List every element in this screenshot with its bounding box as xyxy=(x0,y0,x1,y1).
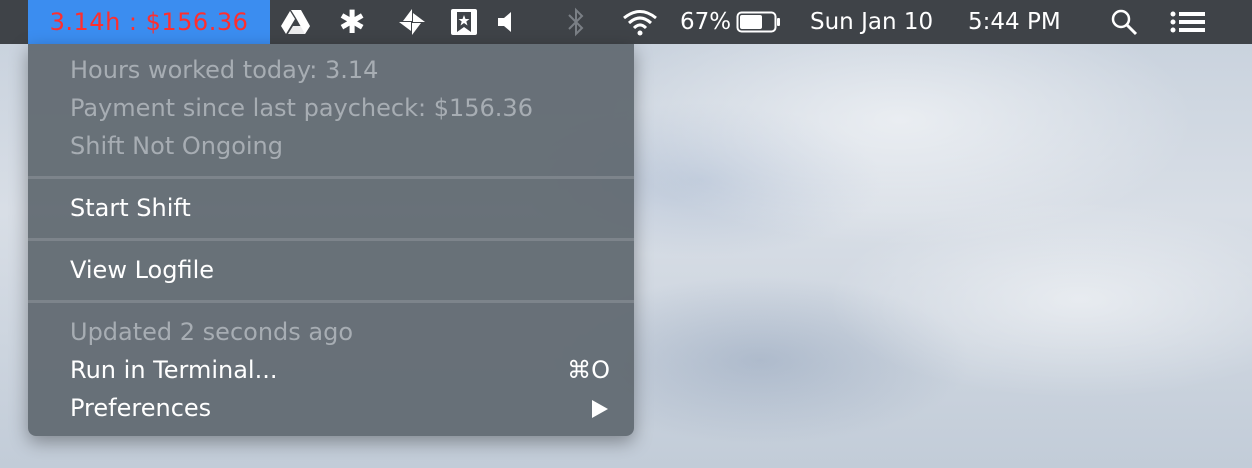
hours-worked-info: Hours worked today: 3.14 xyxy=(70,56,379,84)
menubar-time[interactable]: 5:44 PM xyxy=(968,0,1061,44)
bookmark-star-icon[interactable] xyxy=(448,0,480,44)
start-shift-menu-item[interactable]: Start Shift xyxy=(70,192,191,224)
run-in-terminal-shortcut: ⌘O xyxy=(567,356,610,384)
pinwheel-icon[interactable] xyxy=(396,0,428,44)
hours-pay-status-item[interactable]: 3.14h : $156.36 xyxy=(28,0,270,44)
status-dropdown-menu: Hours worked today: 3.14 Payment since l… xyxy=(28,44,634,436)
menu-separator xyxy=(28,300,634,303)
wifi-icon[interactable] xyxy=(620,0,660,44)
bluetooth-icon[interactable] xyxy=(560,0,592,44)
view-logfile-menu-item[interactable]: View Logfile xyxy=(70,254,214,286)
menu-bar: 3.14h : $156.36 ✱ 67% Sun Jan 10 5:44 PM xyxy=(0,0,1252,44)
payment-info: Payment since last paycheck: $156.36 xyxy=(70,94,533,122)
menu-separator xyxy=(28,238,634,241)
preferences-menu-item[interactable]: Preferences xyxy=(70,392,211,424)
menu-separator xyxy=(28,176,634,179)
notification-center-icon[interactable] xyxy=(1168,0,1208,44)
menubar-date[interactable]: Sun Jan 10 xyxy=(810,0,933,44)
battery-icon[interactable] xyxy=(736,0,782,44)
submenu-arrow-icon xyxy=(592,400,608,418)
battery-percent[interactable]: 67% xyxy=(680,0,731,44)
run-in-terminal-menu-item[interactable]: Run in Terminal... xyxy=(70,354,277,386)
shift-status-info: Shift Not Ongoing xyxy=(70,132,283,160)
search-icon[interactable] xyxy=(1108,0,1140,44)
google-drive-icon[interactable] xyxy=(280,0,312,44)
last-updated-info: Updated 2 seconds ago xyxy=(70,318,354,346)
asterisk-icon[interactable]: ✱ xyxy=(336,0,368,44)
volume-icon[interactable] xyxy=(492,0,524,44)
